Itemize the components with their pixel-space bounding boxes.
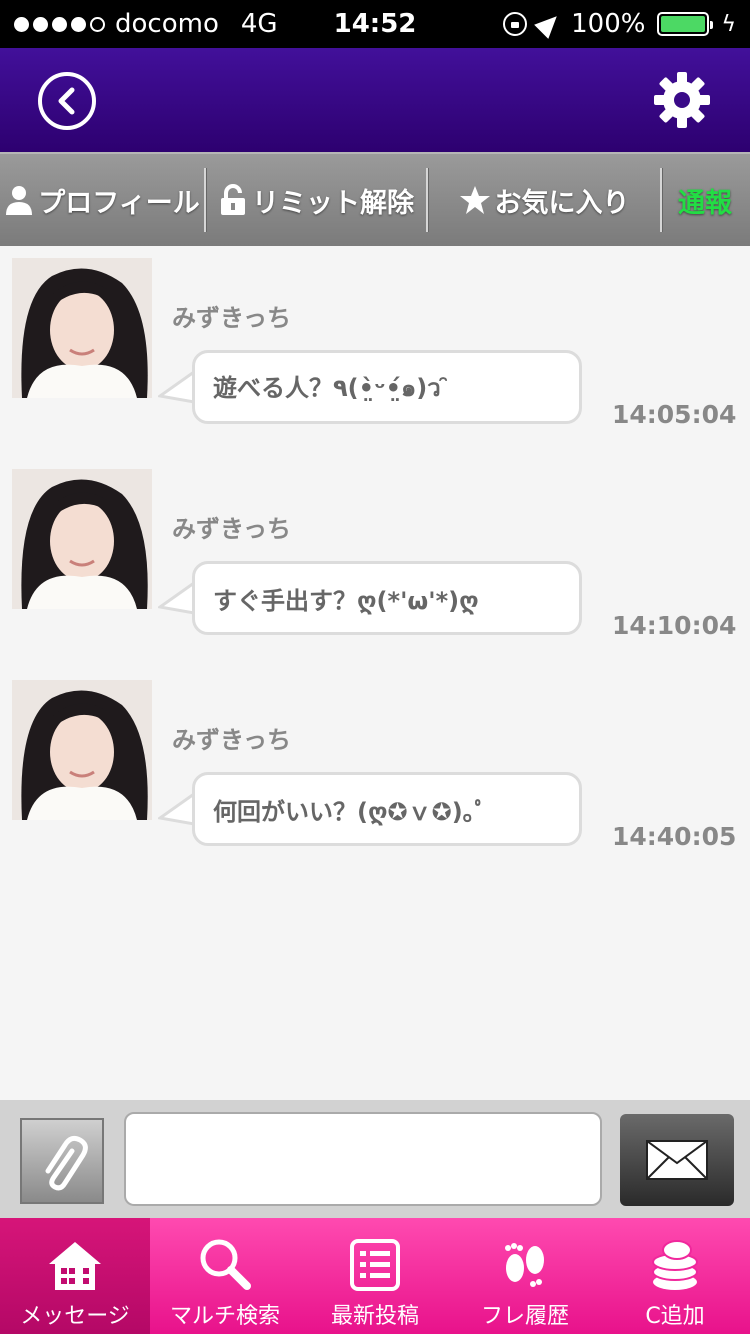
status-bar: docomo 4G 14:52 100% ϟ — [0, 0, 750, 48]
location-arrow-icon — [534, 9, 564, 39]
nav-friend-history[interactable]: フレ履歴 — [450, 1218, 600, 1334]
avatar[interactable] — [12, 258, 152, 398]
nav-label: マルチ検索 — [169, 1304, 280, 1329]
send-button[interactable] — [620, 1114, 734, 1206]
nav-label: メッセージ — [20, 1304, 130, 1329]
nav-messages[interactable]: メッセージ — [0, 1218, 150, 1334]
gear-icon[interactable] — [652, 70, 712, 130]
message-input[interactable] — [124, 1112, 602, 1206]
message-item: みずきっち すぐ手出す？ღ(*'ω'*)ღ 14:10:04 — [0, 457, 750, 647]
rotation-lock-icon — [503, 12, 528, 36]
nav-multi-search[interactable]: マルチ検索 — [150, 1218, 300, 1334]
sender-name: みずきっち — [172, 515, 292, 543]
favorite-button[interactable]: お気に入り — [428, 154, 660, 246]
limit-unlock-button[interactable]: リミット解除 — [206, 154, 426, 246]
nav-label: フレ履歴 — [480, 1304, 569, 1329]
message-bubble[interactable]: 遊べる人？٩(•̤̀ᵕ•̤́๑)ว ̑̑ — [192, 350, 582, 424]
message-text: 何回がいい？(ღ✪ｖ✪)｡ﾟ — [213, 797, 487, 826]
signal-strength-icon — [14, 16, 105, 32]
avatar[interactable] — [12, 469, 152, 609]
list-icon — [350, 1239, 400, 1291]
app-header — [0, 48, 750, 152]
message-item: みずきっち 遊べる人？٩(•̤̀ᵕ•̤́๑)ว ̑̑ 14:05:04 — [0, 246, 750, 436]
carrier-name: docomo — [115, 9, 219, 39]
message-text: 遊べる人？٩(•̤̀ᵕ•̤́๑)ว ̑̑ — [213, 373, 450, 402]
action-toolbar: プロフィール リミット解除 お気に入り 通報 — [0, 152, 750, 246]
avatar-image — [12, 680, 152, 820]
charging-bolt-icon: ϟ — [721, 11, 736, 37]
message-time: 14:05:04 — [612, 400, 737, 429]
house-icon — [49, 1242, 101, 1290]
coins-icon — [652, 1240, 698, 1290]
message-bubble[interactable]: すぐ手出す？ღ(*'ω'*)ღ — [192, 561, 582, 635]
bottom-nav: メッセージ マルチ検索 最新投稿 フレ履歴 C追加 — [0, 1218, 750, 1334]
message-list[interactable]: みずきっち 遊べる人？٩(•̤̀ᵕ•̤́๑)ว ̑̑ 14:05:04 みずきっ… — [0, 246, 750, 1100]
person-icon — [6, 186, 33, 215]
envelope-icon — [646, 1140, 708, 1180]
nav-latest-posts[interactable]: 最新投稿 — [300, 1218, 450, 1334]
attach-button[interactable] — [20, 1118, 104, 1204]
message-time: 14:40:05 — [612, 822, 737, 851]
limit-unlock-label: リミット解除 — [252, 187, 414, 219]
nav-add-coins[interactable]: C追加 — [600, 1218, 750, 1334]
back-button[interactable] — [38, 72, 96, 130]
avatar-image — [12, 469, 152, 609]
footprints-icon — [505, 1243, 544, 1287]
message-item: みずきっち 何回がいい？(ღ✪ｖ✪)｡ﾟ 14:40:05 — [0, 668, 750, 858]
message-text: すぐ手出す？ღ(*'ω'*)ღ — [213, 586, 479, 615]
message-time: 14:10:04 — [612, 611, 737, 640]
report-button[interactable]: 通報 — [662, 154, 748, 246]
report-label: 通報 — [678, 187, 732, 219]
back-chevron-icon — [58, 87, 75, 115]
battery-percent: 100% — [571, 9, 646, 39]
star-icon — [459, 186, 490, 214]
nav-label: C追加 — [645, 1304, 705, 1329]
network-type: 4G — [240, 9, 278, 39]
sender-name: みずきっち — [172, 304, 292, 332]
avatar-image — [12, 258, 152, 398]
paperclip-icon — [45, 1135, 88, 1191]
unlock-icon — [221, 184, 245, 215]
magnifier-icon — [200, 1239, 251, 1290]
avatar[interactable] — [12, 680, 152, 820]
battery-icon — [657, 12, 714, 36]
message-bubble[interactable]: 何回がいい？(ღ✪ｖ✪)｡ﾟ — [192, 772, 582, 846]
profile-button[interactable]: プロフィール — [0, 154, 204, 246]
nav-label: 最新投稿 — [330, 1304, 419, 1329]
favorite-label: お気に入り — [494, 187, 630, 219]
sender-name: みずきっち — [172, 726, 292, 754]
profile-label: プロフィール — [38, 187, 200, 219]
message-input-bar — [0, 1100, 750, 1218]
